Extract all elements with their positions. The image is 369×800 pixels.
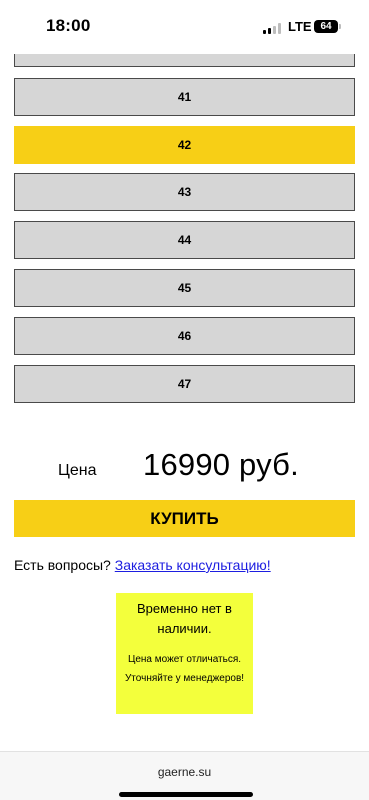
home-indicator[interactable]: [119, 792, 253, 797]
size-option-46[interactable]: 46: [14, 317, 355, 355]
size-option-47[interactable]: 47: [14, 365, 355, 403]
size-option-45[interactable]: 45: [14, 269, 355, 307]
notice-title: Временно нет в наличии.: [137, 601, 232, 636]
battery-tip-icon: [339, 24, 341, 29]
size-option-43[interactable]: 43: [14, 173, 355, 211]
size-option-44[interactable]: 44: [14, 221, 355, 259]
battery-icon: 64: [314, 20, 338, 33]
notice-note: Цена может отличаться. Уточняйте у менед…: [124, 654, 245, 684]
size-option-41[interactable]: 41: [14, 78, 355, 116]
status-time: 18:00: [46, 16, 91, 35]
status-bar: 18:00 LTE 64: [0, 0, 369, 54]
buy-button[interactable]: КУПИТЬ: [14, 500, 355, 537]
size-option-42[interactable]: 42: [14, 126, 355, 164]
questions-line: Есть вопросы? Заказать консультацию!: [14, 557, 271, 573]
browser-address-bar[interactable]: gaerne.su: [0, 751, 369, 800]
price-value: 16990 руб.: [143, 447, 299, 482]
url-text[interactable]: gaerne.su: [0, 765, 369, 779]
network-type: LTE: [288, 19, 312, 34]
screen: 41 42 43 44 45 46 47 Цена 16990 руб. КУП…: [0, 0, 369, 800]
consultation-link[interactable]: Заказать консультацию!: [115, 557, 271, 573]
price-label: Цена: [58, 462, 97, 479]
availability-notice: Временно нет в наличии. Цена может отлич…: [116, 593, 253, 714]
signal-strength-icon: [263, 23, 281, 34]
questions-text: Есть вопросы?: [14, 557, 111, 573]
